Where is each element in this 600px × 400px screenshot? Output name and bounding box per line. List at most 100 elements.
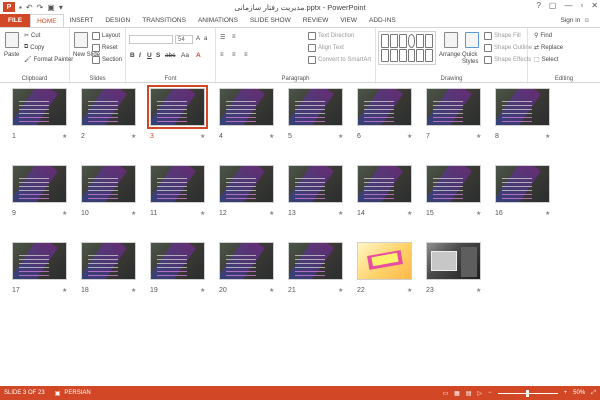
ribbon-display-icon[interactable]: ▢ xyxy=(549,1,557,10)
tab-slide-show[interactable]: SLIDE SHOW xyxy=(244,14,297,27)
slide-thumbnail[interactable] xyxy=(12,88,67,126)
animation-star-icon[interactable]: ★ xyxy=(131,133,136,140)
grow-font-icon[interactable]: A xyxy=(196,36,200,42)
slide-thumbnail[interactable] xyxy=(81,242,136,280)
save-icon[interactable]: ▪ xyxy=(19,3,22,12)
slide-thumbnail[interactable] xyxy=(81,88,136,126)
tab-transitions[interactable]: TRANSITIONS xyxy=(136,14,192,27)
slide-thumbnail[interactable] xyxy=(12,242,67,280)
slide-thumbnail[interactable] xyxy=(288,165,343,203)
start-from-beginning-icon[interactable]: ▣ xyxy=(47,3,55,12)
zoom-level[interactable]: 50% xyxy=(573,390,585,396)
slide-thumbnail[interactable] xyxy=(288,242,343,280)
change-case-button[interactable]: Aa xyxy=(181,52,189,59)
shape-fill-button[interactable]: Shape Fill xyxy=(484,32,521,40)
close-icon[interactable]: ✕ xyxy=(591,1,598,10)
redo-icon[interactable]: ↷ xyxy=(37,3,44,12)
tab-add-ins[interactable]: ADD-INS xyxy=(363,14,402,27)
zoom-out-button[interactable]: − xyxy=(488,390,492,396)
strikethrough-button[interactable]: abc xyxy=(165,52,175,59)
animation-star-icon[interactable]: ★ xyxy=(407,287,412,294)
slide-thumbnail[interactable] xyxy=(426,242,481,280)
slide-thumbnail[interactable] xyxy=(12,165,67,203)
shape-curve[interactable] xyxy=(416,48,425,62)
shrink-font-icon[interactable]: a xyxy=(204,36,207,42)
tab-home[interactable]: HOME xyxy=(30,14,64,27)
slide-thumbnail[interactable] xyxy=(81,165,136,203)
animation-star-icon[interactable]: ★ xyxy=(545,210,550,217)
arrange-button[interactable]: Arrange xyxy=(439,52,460,58)
font-color-button[interactable]: A xyxy=(196,52,201,59)
animation-star-icon[interactable]: ★ xyxy=(407,133,412,140)
minimize-icon[interactable]: — xyxy=(564,1,572,10)
slide-thumbnail[interactable] xyxy=(426,165,481,203)
animation-star-icon[interactable]: ★ xyxy=(476,133,481,140)
shape-triangle[interactable] xyxy=(416,34,425,48)
shape-pentagon[interactable] xyxy=(407,48,416,62)
shape-rectangle[interactable] xyxy=(381,34,389,48)
tab-view[interactable]: VIEW xyxy=(334,14,363,27)
numbering-button[interactable]: ≡ xyxy=(232,34,236,40)
animation-star-icon[interactable]: ★ xyxy=(407,210,412,217)
copy-button[interactable]: ⧉ Copy xyxy=(24,44,44,51)
animation-star-icon[interactable]: ★ xyxy=(269,133,274,140)
animation-star-icon[interactable]: ★ xyxy=(62,210,67,217)
tab-design[interactable]: DESIGN xyxy=(99,14,136,27)
animation-star-icon[interactable]: ★ xyxy=(476,287,481,294)
paste-button[interactable]: Paste xyxy=(4,52,19,58)
animation-star-icon[interactable]: ★ xyxy=(200,133,205,140)
shape-outline-button[interactable]: Shape Outline xyxy=(484,44,532,52)
animation-star-icon[interactable]: ★ xyxy=(338,210,343,217)
tab-animations[interactable]: ANIMATIONS xyxy=(192,14,244,27)
cut-button[interactable]: ✂ Cut xyxy=(24,32,40,40)
slide-thumbnail[interactable] xyxy=(288,88,343,126)
quick-styles-button[interactable]: Quick Styles xyxy=(462,52,482,66)
align-left-button[interactable]: ≡ xyxy=(220,52,224,58)
shape-textbox[interactable] xyxy=(425,34,433,48)
slide-thumbnail[interactable] xyxy=(495,88,550,126)
text-direction-button[interactable]: Text Direction xyxy=(308,32,354,40)
animation-star-icon[interactable]: ★ xyxy=(200,287,205,294)
animation-star-icon[interactable]: ★ xyxy=(338,133,343,140)
shape-more[interactable] xyxy=(425,48,433,62)
convert-smartart-button[interactable]: Convert to SmartArt xyxy=(308,56,371,64)
font-size-combo[interactable]: 54 xyxy=(175,35,193,44)
maximize-icon[interactable]: ▫ xyxy=(580,1,583,10)
find-button[interactable]: ⚲ Find xyxy=(534,32,552,40)
animation-star-icon[interactable]: ★ xyxy=(269,210,274,217)
shape-star[interactable] xyxy=(389,48,398,62)
animation-star-icon[interactable]: ★ xyxy=(476,210,481,217)
help-icon[interactable]: ? xyxy=(536,1,540,10)
slide-thumbnail[interactable] xyxy=(426,88,481,126)
reset-button[interactable]: Reset xyxy=(92,44,118,52)
underline-button[interactable]: U xyxy=(147,52,152,59)
animation-star-icon[interactable]: ★ xyxy=(131,210,136,217)
animation-star-icon[interactable]: ★ xyxy=(545,133,550,140)
align-text-button[interactable]: Align Text xyxy=(308,44,344,52)
slide-thumbnail[interactable] xyxy=(357,88,412,126)
shape-arrow[interactable] xyxy=(398,34,407,48)
undo-icon[interactable]: ↶ xyxy=(26,3,33,12)
shape-brace[interactable] xyxy=(381,48,389,62)
slideshow-icon[interactable]: ▷ xyxy=(478,390,483,397)
bold-button[interactable]: B xyxy=(130,52,135,59)
language-indicator[interactable]: PERSIAN xyxy=(64,390,90,396)
shape-line[interactable] xyxy=(389,34,398,48)
slide-thumbnail[interactable] xyxy=(219,165,274,203)
fit-to-window-icon[interactable]: ⤢ xyxy=(591,390,596,397)
slide-sorter-icon[interactable]: ▦ xyxy=(454,390,460,397)
replace-button[interactable]: ⇄ Replace xyxy=(534,44,563,52)
zoom-slider[interactable] xyxy=(497,389,558,397)
animation-star-icon[interactable]: ★ xyxy=(269,287,274,294)
sign-in[interactable]: Sign in ☺ xyxy=(560,17,590,24)
slide-thumbnail[interactable] xyxy=(357,165,412,203)
animation-star-icon[interactable]: ★ xyxy=(200,210,205,217)
reading-view-icon[interactable]: ▤ xyxy=(466,390,472,397)
select-button[interactable]: ⬚ Select xyxy=(534,56,558,64)
slide-thumbnail[interactable] xyxy=(357,242,412,280)
layout-button[interactable]: Layout xyxy=(92,32,120,40)
slide-thumbnail[interactable] xyxy=(150,242,205,280)
customize-icon[interactable]: ▾ xyxy=(59,3,63,12)
slide-thumbnail[interactable] xyxy=(147,85,208,129)
shape-callout[interactable] xyxy=(398,48,407,62)
